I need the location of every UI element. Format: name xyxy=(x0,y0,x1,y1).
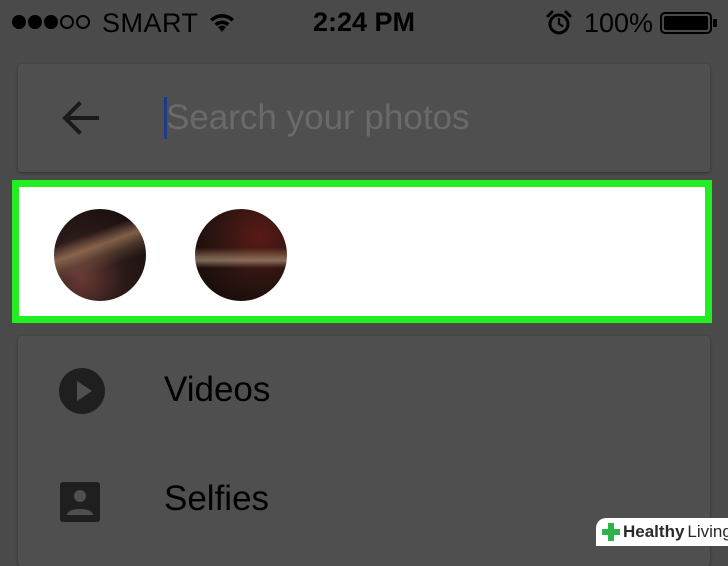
search-bar xyxy=(18,64,710,172)
green-cross-icon xyxy=(602,523,620,541)
arrow-left-icon[interactable] xyxy=(60,98,100,143)
face-thumbnail[interactable] xyxy=(195,209,287,301)
healthy-living-watermark: Healthy Living xyxy=(596,518,728,546)
category-item-videos[interactable]: Videos xyxy=(18,336,710,446)
alarm-clock-icon xyxy=(546,10,572,41)
category-label: Selfies xyxy=(164,479,270,518)
status-bar: SMART 2:24 PM 100% xyxy=(0,0,728,46)
watermark-brand-bold: Healthy xyxy=(623,522,685,541)
face-thumbnail[interactable] xyxy=(54,209,146,301)
people-faces-row xyxy=(12,180,712,323)
category-label: Videos xyxy=(164,370,271,409)
play-circle-icon xyxy=(58,367,106,420)
watermark-brand-light: Living xyxy=(687,522,728,541)
search-input[interactable] xyxy=(166,90,686,146)
portrait-icon xyxy=(58,480,102,529)
battery-full-icon xyxy=(660,12,718,39)
battery-percentage: 100% xyxy=(584,8,654,38)
